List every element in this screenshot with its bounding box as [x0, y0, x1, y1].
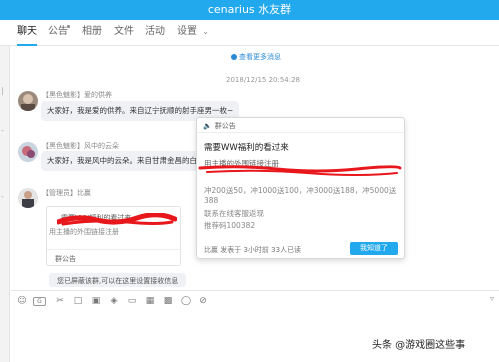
avatar[interactable] [18, 91, 38, 111]
left-sidebar-strip: | - - [0, 46, 10, 362]
input-toolbar: ☺ G ✂ □ ▣ ◈ ▭ ▦ ▩ ◯ ⊘ [11, 290, 499, 310]
new-announcement-dot-icon [67, 25, 70, 28]
sidebar-edge-mark-1: | [1, 86, 4, 95]
scissors-icon[interactable]: ✂ [54, 295, 66, 307]
tab-album-label: 相册 [82, 26, 102, 37]
box-icon[interactable]: ▩ [162, 295, 174, 307]
sidebar-edge-mark-3: - [1, 192, 4, 201]
message-timestamp: 2018/12/15 20:54:28 [226, 76, 301, 84]
tab-chat[interactable]: 聊天 [17, 20, 37, 46]
avatar[interactable] [18, 142, 38, 162]
view-more-messages-label: 查看更多消息 [239, 53, 281, 61]
red-underline-scribble-icon [198, 165, 402, 176]
red-scribble-redaction-icon [57, 213, 177, 226]
shake-icon[interactable]: ◈ [108, 295, 120, 307]
group-tab-bar: 聊天 公告 相册 文件 活动 设置 ⌄ [0, 20, 499, 46]
tab-chat-label: 聊天 [17, 26, 37, 37]
quoted-announcement-footer: 群公告 [47, 249, 180, 265]
tab-files[interactable]: 文件 [114, 20, 134, 46]
document-icon[interactable]: ▦ [144, 295, 156, 307]
announcement-popup-header-label: 群公告 [214, 122, 236, 130]
message-sender[interactable]: 【黑色魅影】爱的供养 [42, 90, 112, 100]
quoted-announcement-body: 用主播的外围链接注册 [49, 228, 119, 236]
tab-activity-label: 活动 [145, 26, 165, 37]
mic-icon[interactable]: ◯ [180, 295, 192, 307]
avatar-photo-icon [18, 142, 38, 162]
tab-settings-label: 设置 [177, 26, 197, 37]
tab-album[interactable]: 相册 [82, 20, 102, 46]
message-sender[interactable]: 【管理员】比赢 [42, 188, 91, 198]
block-icon[interactable]: ⊘ [197, 295, 209, 307]
announcement-title: 需要WW福利的看过来 [204, 143, 289, 153]
scroll-mark-icon: ▿ [490, 294, 495, 303]
message-bubble[interactable]: 大家好，我是风中的云朵。来自甘肃金昌的白羊 [41, 151, 211, 171]
screen-icon[interactable]: ▭ [126, 295, 138, 307]
message-sender[interactable]: 【黑色魅影】风中的云朵 [42, 141, 119, 151]
tab-settings[interactable]: 设置 ⌄ [177, 20, 209, 46]
quoted-announcement-card[interactable]: 需要VVV福利的看过来 用主播的外围链接注册 群公告 [46, 206, 181, 266]
avatar[interactable] [18, 188, 38, 208]
announcement-line: 388 [204, 196, 219, 205]
avatar-photo-icon [18, 188, 38, 208]
gif-icon[interactable]: G [33, 297, 46, 306]
window-title-bar: cenarius 水友群 [0, 0, 499, 20]
sidebar-edge-mark-2: - [1, 126, 4, 135]
tab-activity[interactable]: 活动 [145, 20, 165, 46]
tab-files-label: 文件 [114, 26, 134, 37]
window-title: cenarius 水友群 [207, 3, 292, 16]
announcement-line: 冲200送50，冲1000送100，冲3000送188，冲5000送 [204, 186, 397, 195]
speaker-icon: 🔈 [203, 122, 212, 130]
chevron-down-icon: ⌄ [202, 27, 209, 36]
announcement-popup[interactable]: 🔈 群公告 需要WW福利的看过来 用主播的外围链接注册 冲200送50，冲1000… [196, 117, 405, 259]
smiley-icon[interactable]: ☺ [16, 295, 28, 307]
got-it-button[interactable]: 我知道了 [350, 242, 398, 255]
announcement-line: 推荐码100382 [204, 221, 256, 230]
announcement-meta: 比赢 发表于 3小时前 33人已读 [204, 246, 302, 254]
clock-icon [231, 54, 237, 60]
folder-icon[interactable]: □ [72, 295, 84, 307]
tab-announcement[interactable]: 公告 [48, 20, 68, 46]
avatar-photo-icon [18, 91, 38, 111]
announcement-popup-header: 🔈 群公告 [197, 118, 404, 133]
watermark: 头条 @游戏圈这些事 [372, 340, 466, 351]
announcement-line: 联系在线客服返现 [204, 209, 264, 218]
tab-announcement-label: 公告 [48, 26, 68, 37]
system-tip-message: 您已屏蔽该群,可以在这里设置接收信息 [49, 273, 187, 287]
image-icon[interactable]: ▣ [90, 295, 102, 307]
view-more-messages-link[interactable]: 查看更多消息 [231, 52, 281, 62]
